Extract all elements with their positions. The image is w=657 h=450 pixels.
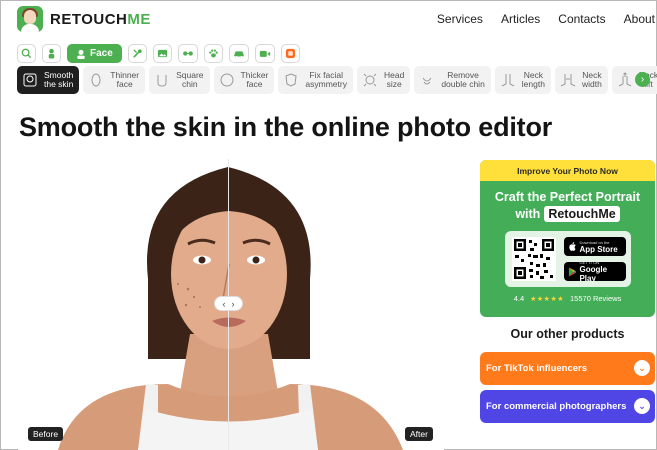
other-products-title: Our other products (510, 327, 625, 341)
category-face-label: Face (90, 48, 113, 59)
category-tools[interactable] (127, 44, 147, 63)
neck-width-icon (560, 74, 576, 87)
video-icon (259, 50, 270, 57)
chevron-right-icon: › (640, 74, 645, 85)
tools-icon (133, 49, 142, 58)
promo-banner: Improve Your Photo Now (480, 160, 655, 181)
double-chin-icon (422, 77, 432, 85)
compare-slider-handle[interactable]: ‹ › (214, 296, 243, 311)
image-icon (157, 49, 167, 58)
category-other-app[interactable] (280, 44, 300, 63)
category-bar: Face (17, 44, 300, 63)
tool-head-size[interactable]: Head size (356, 66, 411, 94)
google-play-button[interactable]: GET IT ON Google Play (563, 260, 626, 283)
google-play-icon (568, 267, 577, 276)
tool-label: Smooth the skin (44, 70, 74, 89)
before-badge: Before (28, 427, 64, 441)
neck-length-icon (501, 74, 515, 87)
tool-label: Thinner face (110, 70, 140, 89)
category-cars[interactable] (228, 44, 249, 63)
product-label: For commercial photographers (486, 401, 627, 412)
star-rating-icon: ★★★★★ (530, 295, 565, 303)
category-face[interactable]: Face (67, 44, 122, 63)
rating-row: 4.4 ★★★★★ 15570 Reviews (480, 294, 655, 303)
chevron-down-icon: ⌄ (634, 360, 650, 376)
person-icon (48, 48, 55, 59)
chevron-right-icon: › (231, 298, 235, 309)
promo-heading: Craft the Perfect Portrait (494, 190, 641, 204)
nav-services[interactable]: Services (437, 12, 483, 26)
neck-lift-icon (618, 72, 632, 87)
carousel-next-button[interactable]: › (635, 72, 650, 87)
tool-square-chin[interactable]: Square chin (149, 66, 210, 94)
app-promo-card: Improve Your Photo Now Craft the Perfect… (480, 160, 655, 317)
tool-thinner-face[interactable]: Thinner face (83, 66, 146, 94)
tool-fix-asymmetry[interactable]: Fix facial asymmetry (278, 66, 353, 94)
head-size-icon (363, 73, 377, 87)
qr-code-icon[interactable] (511, 237, 556, 281)
paw-icon (208, 49, 218, 58)
tool-label: Remove double chin (441, 70, 485, 89)
tool-neck-length[interactable]: Neck length (494, 66, 551, 94)
search-icon (21, 48, 32, 59)
page-title: Smooth the skin in the online photo edit… (19, 112, 553, 142)
orange-app-icon (285, 48, 295, 59)
logo-icon (17, 6, 43, 32)
thicker-face-icon (220, 73, 234, 87)
app-store-button[interactable]: Download on the App Store (563, 237, 626, 256)
nav-contacts[interactable]: Contacts (558, 12, 605, 26)
category-search[interactable] (17, 44, 36, 63)
site-header: RETOUCHME Services Articles Contacts Abo… (0, 0, 657, 38)
logo-text: RETOUCHME (50, 11, 151, 28)
tool-label: Fix facial asymmetry (305, 70, 347, 89)
category-body[interactable] (42, 44, 61, 63)
tool-thicker-face[interactable]: Thicker face (213, 66, 275, 94)
product-commercial-photographers[interactable]: For commercial photographers ⌄ (480, 390, 655, 423)
nav-articles[interactable]: Articles (501, 12, 540, 26)
logo-text-part1: RETOUCH (50, 10, 128, 28)
promo-heading-brand-line: with RetouchMe (480, 206, 655, 222)
review-count: 15570 Reviews (570, 294, 622, 303)
glasses-icon (182, 51, 193, 56)
before-after-photo[interactable]: ‹ › Before After (18, 159, 444, 450)
thinner-face-icon (91, 73, 101, 87)
logo[interactable]: RETOUCHME (17, 6, 151, 32)
car-icon (234, 51, 244, 58)
tool-double-chin[interactable]: Remove double chin (414, 66, 491, 94)
rating-value: 4.4 (513, 294, 525, 303)
chevron-down-icon: ⌄ (634, 398, 650, 414)
asymmetry-icon (285, 73, 297, 87)
tool-neck-width[interactable]: Neck width (554, 66, 608, 94)
after-badge: After (405, 427, 433, 441)
tool-smooth-skin[interactable]: Smooth the skin (17, 66, 80, 94)
tool-label: Neck length (521, 70, 545, 89)
download-box: Download on the App Store GET IT ON Google… (504, 231, 631, 287)
nav-about[interactable]: About (624, 12, 655, 26)
category-pets[interactable] (203, 44, 223, 63)
tool-label: Square chin (176, 70, 204, 89)
category-video[interactable] (254, 44, 275, 63)
tools-carousel: Smooth the skin Thinner face Square chin… (17, 66, 657, 94)
google-play-text: Google Play (579, 265, 608, 283)
brand-pill: RetouchMe (544, 206, 620, 222)
tool-label: Head size (383, 70, 405, 89)
apple-icon (568, 241, 576, 251)
product-label: For TikTok influencers (486, 363, 588, 374)
chevron-left-icon: ‹ (222, 298, 226, 309)
category-accessories[interactable] (177, 44, 198, 63)
square-chin-icon (157, 75, 167, 87)
tool-label: Neck width (581, 70, 602, 89)
main-nav: Services Articles Contacts About (437, 12, 655, 26)
promo-heading-prefix: with (515, 207, 541, 221)
tool-label: Thicker face (240, 70, 269, 89)
face-icon (77, 49, 85, 59)
category-background[interactable] (152, 44, 172, 63)
smooth-skin-icon (23, 73, 37, 87)
logo-text-part2: ME (127, 10, 151, 28)
app-store-text: App Store (579, 244, 618, 254)
product-tiktok-influencers[interactable]: For TikTok influencers ⌄ (480, 352, 655, 385)
